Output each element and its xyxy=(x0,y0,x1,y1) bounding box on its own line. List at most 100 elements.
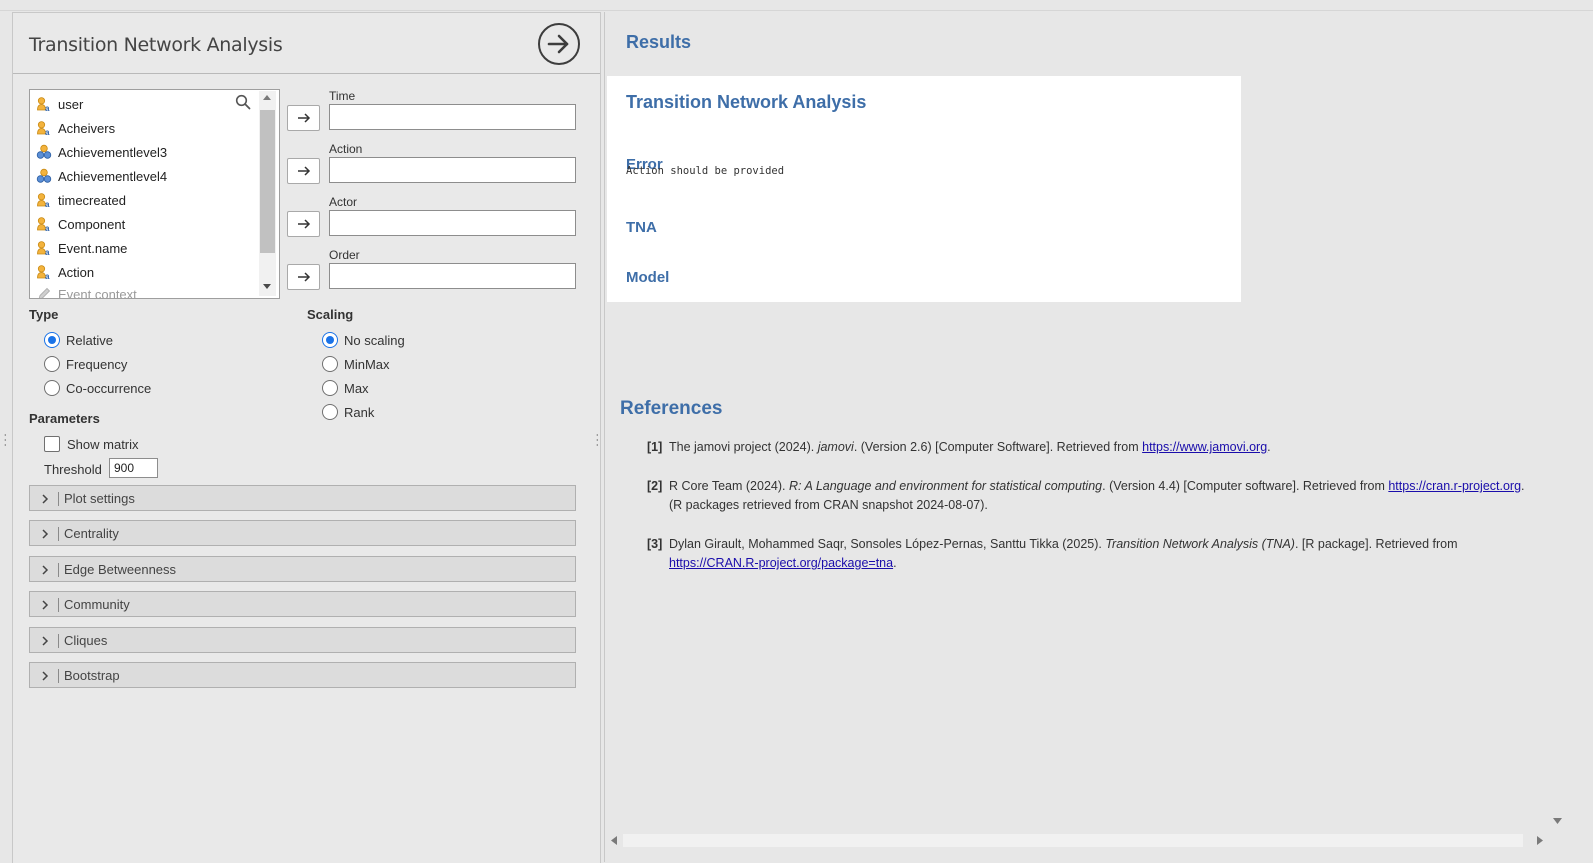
radio-selected[interactable] xyxy=(44,332,60,348)
section-bootstrap[interactable]: Bootstrap xyxy=(29,662,576,688)
radio-unselected[interactable] xyxy=(44,356,60,372)
arrow-right-icon xyxy=(297,219,310,229)
scaling-radio-minmax[interactable]: MinMax xyxy=(322,354,390,374)
variable-item-component[interactable]: a Component xyxy=(36,213,125,235)
section-label: Community xyxy=(64,597,130,612)
variable-list[interactable]: a user a Acheivers Achievementlevel3 Ach… xyxy=(29,89,280,299)
radio-label: MinMax xyxy=(344,356,390,372)
section-divider xyxy=(58,563,59,577)
scrollbar-thumb[interactable] xyxy=(623,834,1523,847)
scroll-left-arrow-icon[interactable] xyxy=(611,836,617,845)
section-community[interactable]: Community xyxy=(29,591,576,617)
variable-label: Achievementlevel3 xyxy=(58,144,168,160)
variable-list-scrollbar[interactable] xyxy=(259,91,276,296)
variable-label: Event context xyxy=(58,286,137,299)
variable-item-achievementlevel3[interactable]: Achievementlevel3 xyxy=(36,141,167,163)
section-centrality[interactable]: Centrality xyxy=(29,520,576,546)
variable-label: Component xyxy=(58,216,126,232)
action-label: Action xyxy=(329,142,363,156)
section-divider xyxy=(58,527,59,541)
splitter-grip-icon[interactable] xyxy=(596,433,598,447)
results-horizontal-scrollbar[interactable] xyxy=(605,832,1549,849)
section-label: Centrality xyxy=(64,526,119,541)
section-label: Plot settings xyxy=(64,491,135,506)
time-label: Time xyxy=(329,89,356,103)
reference-link[interactable]: https://cran.r-project.org xyxy=(1388,479,1521,493)
radio-label: Rank xyxy=(344,404,375,420)
reference-link[interactable]: https://www.jamovi.org xyxy=(1142,440,1267,454)
radio-unselected[interactable] xyxy=(322,356,338,372)
nominal-variable-icon: a xyxy=(36,216,52,233)
scrollbar-thumb[interactable] xyxy=(260,110,275,253)
radio-unselected[interactable] xyxy=(44,380,60,396)
scaling-radio-no-scaling[interactable]: No scaling xyxy=(322,330,405,350)
model-heading: Model xyxy=(626,269,670,286)
scaling-heading: Scaling xyxy=(307,307,354,322)
results-vertical-scrollbar[interactable] xyxy=(1549,12,1566,832)
svg-text:a: a xyxy=(45,128,50,136)
section-plot-settings[interactable]: Plot settings xyxy=(29,485,576,511)
variable-item-action[interactable]: a Action xyxy=(36,261,94,283)
checkbox-label: Show matrix xyxy=(67,436,139,452)
type-radio-frequency[interactable]: Frequency xyxy=(44,354,127,374)
show-matrix-checkbox[interactable] xyxy=(44,436,60,452)
reference-link[interactable]: https://CRAN.R-project.org/package=tna xyxy=(669,556,893,570)
section-label: Bootstrap xyxy=(64,668,120,683)
variable-item-timecreated[interactable]: a timecreated xyxy=(36,189,126,211)
chevron-right-icon xyxy=(42,494,49,504)
move-to-time-button[interactable] xyxy=(287,105,320,131)
variable-item-achievementlevel4[interactable]: Achievementlevel4 xyxy=(36,165,167,187)
move-to-action-button[interactable] xyxy=(287,158,320,184)
time-target-box[interactable] xyxy=(329,104,576,130)
reference-number: [1] xyxy=(647,440,663,454)
svg-text:a: a xyxy=(45,248,50,256)
reference-text: The jamovi project (2024). jamovi. (Vers… xyxy=(669,440,1271,454)
arrow-right-icon xyxy=(297,166,310,176)
scroll-up-arrow-icon[interactable] xyxy=(263,95,271,100)
variable-label: Acheivers xyxy=(58,120,116,136)
actor-target-box[interactable] xyxy=(329,210,576,236)
references-heading: References xyxy=(620,398,723,419)
section-cliques[interactable]: Cliques xyxy=(29,627,576,653)
svg-text:a: a xyxy=(45,224,50,232)
type-radio-relative[interactable]: Relative xyxy=(44,330,113,350)
top-bar xyxy=(0,0,1593,11)
threshold-input[interactable] xyxy=(109,458,158,478)
move-to-order-button[interactable] xyxy=(287,264,320,290)
variable-item-acheivers[interactable]: a Acheivers xyxy=(36,117,115,139)
radio-unselected[interactable] xyxy=(322,380,338,396)
svg-text:a: a xyxy=(45,200,50,208)
scaling-radio-max[interactable]: Max xyxy=(322,378,369,398)
splitter-grip-icon[interactable] xyxy=(4,433,6,447)
result-title: Transition Network Analysis xyxy=(626,92,867,112)
section-divider xyxy=(58,669,59,683)
radio-unselected[interactable] xyxy=(322,404,338,420)
variable-item-event-context[interactable]: Event context xyxy=(36,283,137,299)
actor-label: Actor xyxy=(329,195,358,209)
results-panel: Results Transition Network Analysis Erro… xyxy=(604,12,1577,862)
analysis-result-card[interactable]: Transition Network Analysis Error Action… xyxy=(607,76,1241,302)
action-target-box[interactable] xyxy=(329,157,576,183)
variable-item-user[interactable]: a user xyxy=(36,93,83,115)
radio-selected[interactable] xyxy=(322,332,338,348)
type-heading: Type xyxy=(29,307,59,322)
section-label: Edge Betweenness xyxy=(64,562,177,577)
section-divider xyxy=(58,598,59,612)
order-label: Order xyxy=(329,248,360,262)
order-target-box[interactable] xyxy=(329,263,576,289)
section-edge-betweenness[interactable]: Edge Betweenness xyxy=(29,556,576,582)
scroll-down-arrow-icon[interactable] xyxy=(263,284,271,289)
move-to-actor-button[interactable] xyxy=(287,211,320,237)
scroll-down-arrow-icon[interactable] xyxy=(1553,818,1562,824)
nominal-group-variable-icon xyxy=(36,144,52,160)
show-matrix-checkbox-row[interactable]: Show matrix xyxy=(44,434,139,454)
reference-text: Dylan Girault, Mohammed Saqr, Sonsoles L… xyxy=(669,537,1458,570)
scaling-radio-rank[interactable]: Rank xyxy=(322,402,374,422)
variable-item-event-name[interactable]: a Event.name xyxy=(36,237,127,259)
section-label: Cliques xyxy=(64,633,108,648)
type-radio-co-occurrence[interactable]: Co-occurrence xyxy=(44,378,151,398)
scroll-right-arrow-icon[interactable] xyxy=(1537,836,1543,845)
search-icon[interactable] xyxy=(235,94,251,113)
chevron-right-icon xyxy=(42,671,49,681)
run-arrow-button[interactable] xyxy=(538,23,580,65)
